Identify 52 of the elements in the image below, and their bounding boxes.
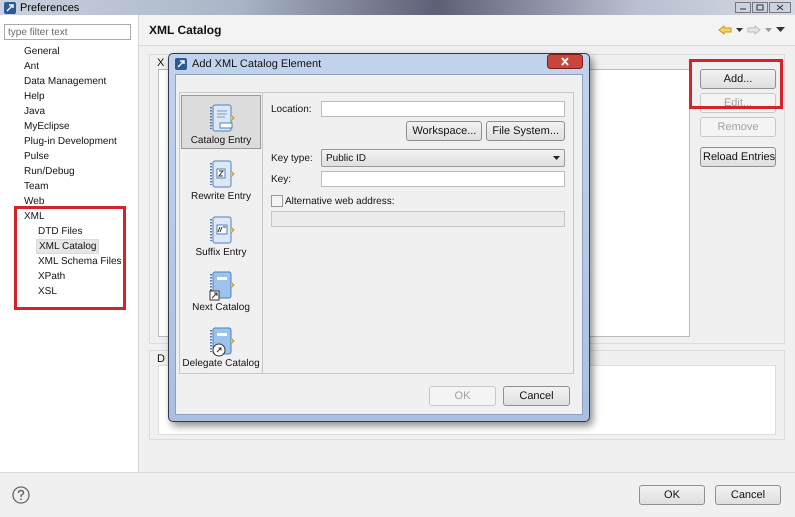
field-label: Key type:	[271, 152, 314, 164]
dropdown-arrow-icon	[553, 156, 560, 160]
help-icon[interactable]	[12, 486, 30, 504]
field-label: Key:	[271, 174, 292, 184]
tree-item[interactable]: Plug-in Development	[22, 134, 119, 149]
section-label: D	[156, 353, 166, 365]
entry-type-item[interactable]: Rewrite Entry	[181, 150, 261, 204]
file-system-button[interactable]: File System...	[486, 121, 565, 141]
section-label: X	[156, 57, 166, 69]
tree-item[interactable]: Data Management	[22, 74, 108, 89]
tree-item[interactable]: Ant	[22, 59, 42, 74]
tree-item[interactable]: XML Schema Files	[36, 254, 124, 269]
field-label: Location:	[271, 104, 313, 114]
maximize-icon[interactable]	[752, 2, 768, 13]
dropdown-icon[interactable]	[736, 28, 743, 32]
entry-type-item[interactable]: Delegate Catalog	[181, 317, 261, 371]
key-type-dropdown[interactable]: Public ID	[321, 149, 565, 167]
tree-item[interactable]: MyEclipse	[22, 119, 72, 134]
checkbox[interactable]	[271, 195, 283, 207]
view-menu-icon[interactable]	[776, 27, 785, 33]
location-field[interactable]	[321, 101, 565, 117]
tree-item[interactable]: XPath	[36, 269, 68, 284]
action-button[interactable]: Reload Entries	[700, 147, 776, 167]
dialog-button[interactable]: Cancel	[715, 485, 781, 505]
tree-item[interactable]: Java	[22, 104, 48, 119]
close-icon[interactable]	[769, 2, 791, 13]
tree-item[interactable]: Web	[22, 194, 46, 209]
checkbox-label: Alternative web address:	[285, 196, 395, 206]
app-icon	[175, 58, 187, 70]
minimize-icon[interactable]	[735, 2, 751, 13]
workspace-button[interactable]: Workspace...	[406, 121, 482, 141]
close-icon[interactable]	[547, 54, 583, 69]
tree-item[interactable]: Run/Debug	[22, 164, 77, 179]
tree-item[interactable]: Pulse	[22, 149, 52, 164]
page-title: XML Catalog	[149, 23, 222, 37]
dialog-button[interactable]: OK	[639, 485, 705, 505]
key-field[interactable]	[321, 171, 565, 187]
filter-field[interactable]: type filter text	[4, 24, 131, 40]
tree-item[interactable]: Help	[22, 89, 47, 104]
entry-type-item[interactable]: Suffix Entry	[181, 206, 261, 260]
window-title: Preferences	[20, 2, 80, 14]
tree-item[interactable]: XSL	[36, 284, 59, 299]
tree-item[interactable]: XML Catalog	[36, 239, 100, 254]
action-button[interactable]: Add...	[700, 69, 776, 89]
entry-type-item[interactable]: Catalog Entry	[181, 95, 261, 149]
tree-item[interactable]: XML	[22, 209, 47, 224]
entry-type-item[interactable]: Next Catalog	[181, 262, 261, 316]
dialog-title: Add XML Catalog Element	[192, 58, 322, 70]
tree-item[interactable]: Team	[22, 179, 50, 194]
dialog-button[interactable]: Cancel	[503, 386, 570, 406]
tree-item[interactable]: DTD Files	[36, 224, 84, 239]
tree-item[interactable]: General	[22, 44, 62, 59]
